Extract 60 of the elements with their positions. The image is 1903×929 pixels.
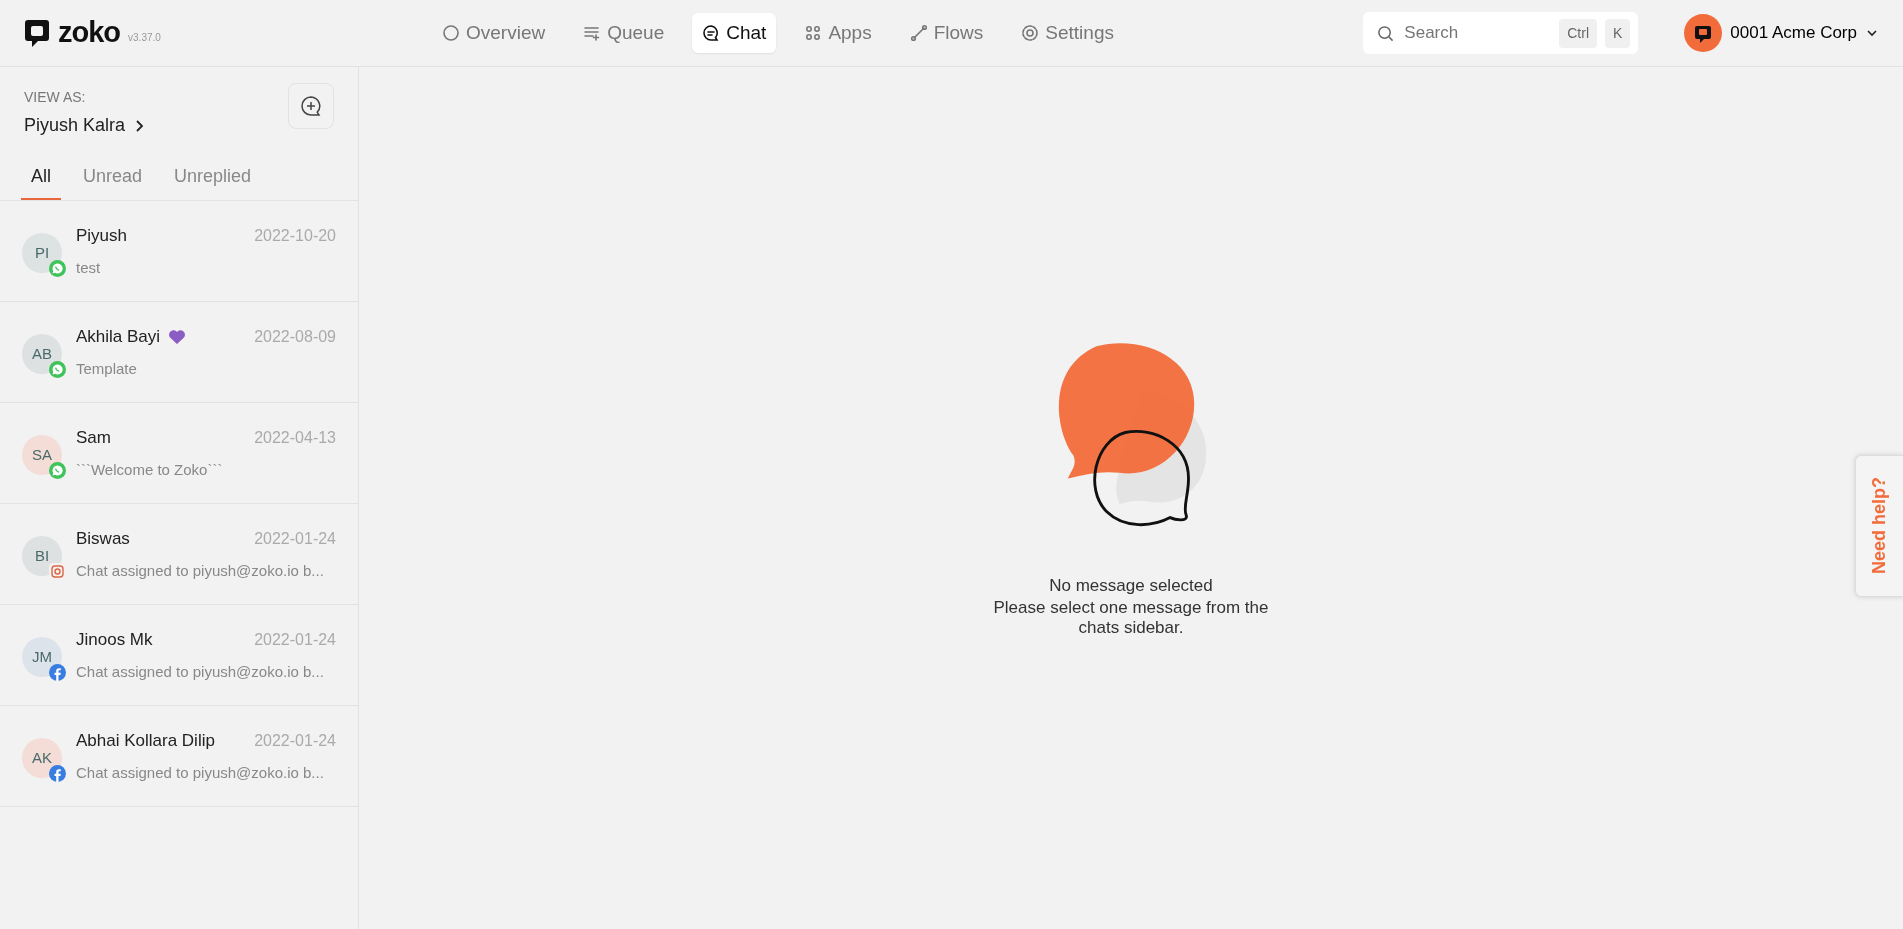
filter-tab[interactable]: All (21, 155, 61, 200)
chat-date: 2022-01-24 (254, 730, 336, 751)
search-input[interactable]: Search (1402, 19, 1552, 47)
contact-name: Sam (76, 427, 111, 449)
chat-list-item[interactable]: AK Abhai Kollara Dilip 2022-01-24 Chat assigned to piyush@zoko.io b... (0, 706, 358, 807)
chat-list-item[interactable]: BI Biswas 2022-01-24 Chat assigned to piyush@zoko.io b... (0, 504, 358, 605)
message-preview: Chat assigned to piyush@zoko.io b... (76, 762, 325, 783)
instagram-icon (49, 563, 66, 580)
nav-tab[interactable]: Queue (573, 12, 675, 54)
view-as-label: VIEW AS: (24, 88, 87, 107)
facebook-icon (49, 765, 66, 782)
chat-icon (702, 24, 721, 42)
contact-name: Abhai Kollara Dilip (76, 730, 215, 752)
message-preview: Template (76, 358, 138, 379)
settings-icon (1021, 24, 1040, 42)
chevron-right-icon (133, 118, 146, 133)
contact-name: Jinoos Mk (76, 629, 153, 651)
grid-icon (804, 24, 823, 42)
search-icon (1377, 24, 1395, 42)
logo-icon (24, 18, 50, 48)
message-preview: Chat assigned to piyush@zoko.io b... (76, 661, 325, 682)
contact-name: Akhila Bayi (76, 326, 161, 348)
facebook-icon (49, 664, 66, 681)
shortcut-key: K (1605, 18, 1631, 48)
account-menu[interactable]: 0001 Acme Corp (1684, 14, 1879, 52)
nav-tab[interactable]: Flows (899, 12, 994, 54)
nav-tab[interactable]: Settings (1011, 12, 1124, 54)
view-as-user[interactable]: Piyush Kalra (24, 112, 146, 139)
nav-tab[interactable]: Chat (692, 12, 777, 54)
version-label: v3.37.0 (128, 30, 161, 45)
nav-tab[interactable]: Apps (794, 12, 882, 54)
list-icon (583, 24, 602, 42)
line-icon (909, 24, 928, 42)
chat-date: 2022-10-20 (254, 225, 336, 246)
whatsapp-icon (49, 361, 66, 378)
circle-icon (442, 24, 460, 42)
chat-date: 2022-08-09 (254, 326, 336, 347)
empty-state-title: No message selected (1049, 574, 1213, 597)
message-preview: ```Welcome to Zoko``` (76, 459, 224, 480)
chat-date: 2022-04-13 (254, 427, 336, 448)
message-preview: test (76, 257, 102, 278)
chat-list-item[interactable]: PI Piyush 2022-10-20 test (0, 201, 358, 302)
nav-tab[interactable]: Overview (432, 12, 556, 54)
contact-name: Biswas (76, 528, 130, 550)
empty-state-message: Please select one message from the chats sidebar. (992, 598, 1270, 638)
whatsapp-icon (49, 462, 66, 479)
brand-name: zoko (58, 15, 121, 51)
chat-date: 2022-01-24 (254, 629, 336, 650)
account-avatar-icon (1684, 14, 1723, 52)
whatsapp-icon (49, 260, 66, 277)
chat-plus-icon (300, 95, 322, 117)
new-chat-button[interactable] (288, 83, 334, 129)
chat-list-item[interactable]: SA Sam 2022-04-13 ```Welcome to Zoko``` (0, 403, 358, 504)
shortcut-key: Ctrl (1559, 18, 1597, 48)
message-preview: Chat assigned to piyush@zoko.io b... (76, 560, 325, 581)
contact-name: Piyush (76, 225, 128, 247)
chat-date: 2022-01-24 (254, 528, 336, 549)
chat-list-item[interactable]: JM Jinoos Mk 2022-01-24 Chat assigned to piyush@zoko.io b... (0, 605, 358, 706)
search-bar[interactable]: Search Ctrl K (1363, 12, 1639, 54)
chat-list-item[interactable]: AB Akhila Bayi 2022-08-09 Template (0, 302, 358, 403)
